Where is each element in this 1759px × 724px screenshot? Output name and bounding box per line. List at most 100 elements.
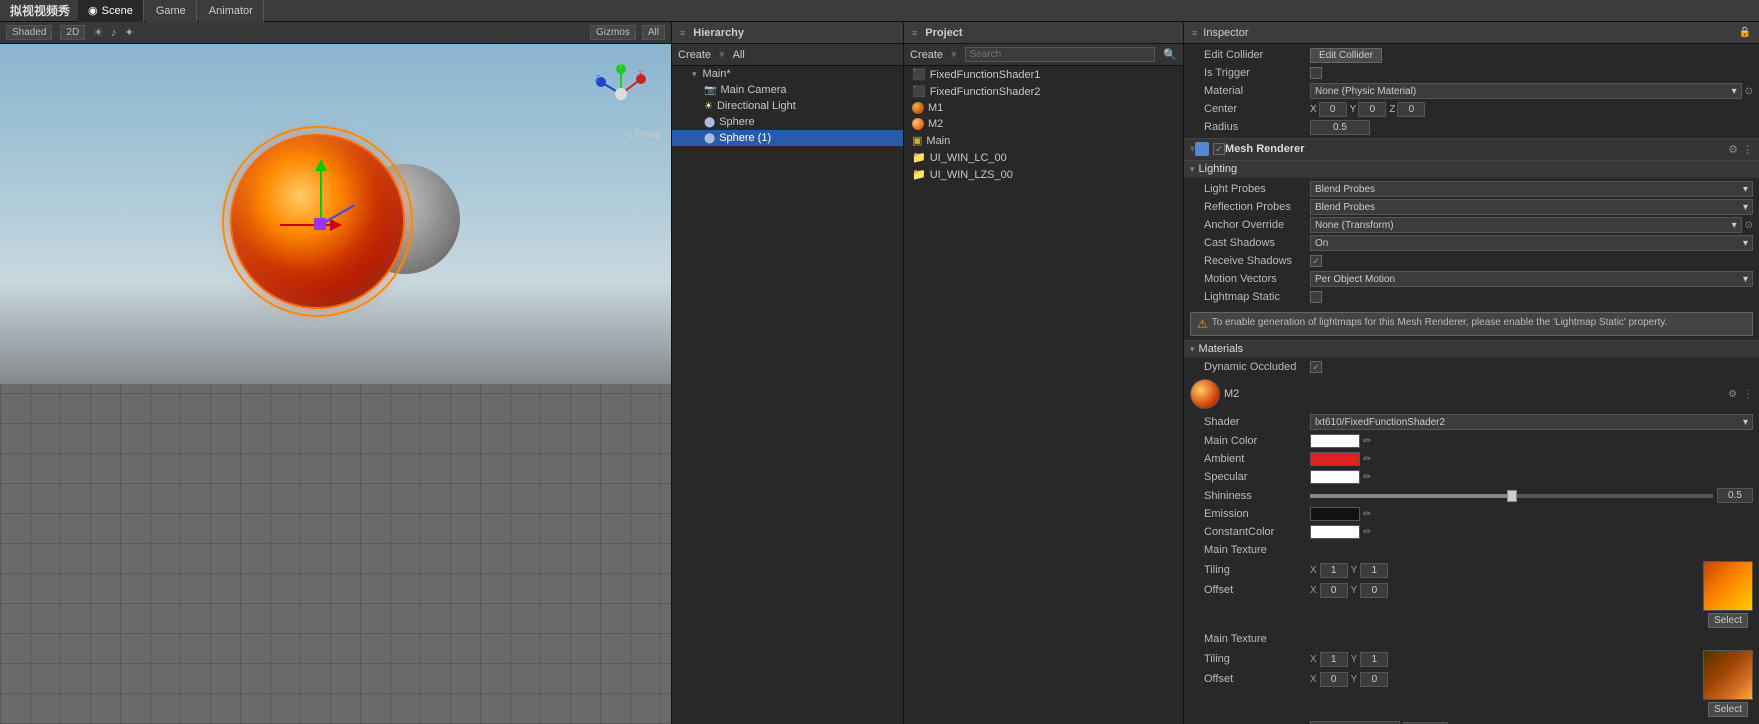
project-label-shader2: FixedFunctionShader2 (930, 86, 1041, 98)
motion-vectors-label: Motion Vectors (1190, 273, 1310, 285)
lighting-section-header[interactable]: ▾ Lighting (1184, 160, 1759, 178)
project-label-m1: M1 (928, 102, 943, 114)
hierarchy-item-sphere[interactable]: ⬤ Sphere (672, 114, 903, 130)
project-item-uiwin2[interactable]: 📁 UI_WIN_LZS_00 (904, 166, 1183, 183)
light-probes-label: Light Probes (1190, 183, 1310, 195)
top-bar: 拟视视频秀 ◉ Scene Game Animator (0, 0, 1759, 22)
is-trigger-label: Is Trigger (1190, 67, 1310, 79)
mesh-renderer-menu-icon[interactable]: ⋮ (1742, 143, 1753, 156)
material-dropdown[interactable]: None (Physic Material) ▾ (1310, 83, 1742, 99)
materials-section-header[interactable]: ▾ Materials (1184, 340, 1759, 358)
offset-row-2: Offset X Y (1190, 670, 1697, 688)
receive-shadows-label: Receive Shadows (1190, 255, 1310, 267)
all-dropdown[interactable]: All (642, 25, 665, 40)
inspector-scroll[interactable]: Edit Collider Edit Collider Is Trigger M… (1184, 44, 1759, 724)
shininess-slider-track[interactable] (1310, 494, 1713, 498)
hierarchy-item-main[interactable]: ▾ Main* (672, 66, 903, 82)
tiling-y2-input[interactable] (1360, 652, 1388, 667)
hierarchy-create-btn[interactable]: Create (678, 49, 711, 61)
tiling-y1-input[interactable] (1360, 563, 1388, 578)
light-probes-dropdown[interactable]: Blend Probes ▾ (1310, 181, 1753, 197)
scene-view[interactable]: X Y Z ◁ Persp (0, 44, 671, 724)
ambient-edit-icon[interactable]: ✏ (1363, 454, 1371, 465)
main-texture-header-row: Main Texture (1184, 541, 1759, 559)
specular-edit-icon[interactable]: ✏ (1363, 472, 1371, 483)
ambient-swatch[interactable] (1310, 452, 1360, 466)
tiling-label-2: Tiling (1190, 653, 1310, 665)
2d-button[interactable]: 2D (60, 25, 85, 40)
hierarchy-item-maincamera[interactable]: 📷 Main Camera (672, 82, 903, 98)
texture-thumbnail-2[interactable] (1703, 650, 1753, 700)
tiling-x2-input[interactable] (1320, 652, 1348, 667)
hierarchy-item-sphere1[interactable]: ⬤ Sphere (1) (672, 130, 903, 146)
project-list: ⬛ FixedFunctionShader1 ⬛ FixedFunctionSh… (904, 66, 1183, 183)
anchor-target-icon[interactable]: ⊙ (1745, 220, 1753, 231)
project-item-shader1[interactable]: ⬛ FixedFunctionShader1 (904, 66, 1183, 83)
tab-game[interactable]: Game (146, 0, 197, 22)
emission-swatch[interactable] (1310, 507, 1360, 521)
shaded-dropdown[interactable]: Shaded (6, 25, 52, 40)
tiling-x1-input[interactable] (1320, 563, 1348, 578)
hierarchy-all-btn[interactable]: All (733, 49, 745, 61)
dynamic-occluded-checkbox[interactable] (1310, 361, 1322, 373)
cast-shadows-dropdown[interactable]: On ▾ (1310, 235, 1753, 251)
is-trigger-checkbox[interactable] (1310, 67, 1322, 79)
project-search[interactable] (965, 47, 1156, 62)
texture-select-btn-1[interactable]: Select (1708, 613, 1748, 628)
constant-color-swatch[interactable] (1310, 525, 1360, 539)
material-menu-icon[interactable]: ⋮ (1743, 389, 1753, 400)
gizmos-dropdown[interactable]: Gizmos (590, 25, 636, 40)
main-color-edit-icon[interactable]: ✏ (1363, 436, 1371, 447)
fx-icon[interactable]: ✦ (125, 26, 134, 39)
center-y-input[interactable] (1358, 102, 1386, 117)
material-target-icon[interactable]: ⊙ (1745, 86, 1753, 97)
main-color-swatch[interactable] (1310, 434, 1360, 448)
center-z-coord: Z (1389, 102, 1425, 117)
tab-animator[interactable]: Animator (199, 0, 264, 22)
cast-shadows-row: Cast Shadows On ▾ (1190, 234, 1753, 252)
anchor-override-dropdown[interactable]: None (Transform) ▾ (1310, 217, 1742, 233)
mesh-renderer-settings-icon[interactable]: ⚙ (1728, 143, 1738, 156)
receive-shadows-checkbox[interactable] (1310, 255, 1322, 267)
reflection-probes-dropdown[interactable]: Blend Probes ▾ (1310, 199, 1753, 215)
project-item-m2[interactable]: M2 (904, 116, 1183, 132)
shininess-slider-container (1310, 488, 1753, 503)
radius-row: Radius (1190, 118, 1753, 136)
motion-vectors-dropdown[interactable]: Per Object Motion ▾ (1310, 271, 1753, 287)
project-search-icon: 🔍 (1163, 48, 1177, 61)
specular-swatch[interactable] (1310, 470, 1360, 484)
shininess-slider-thumb[interactable] (1507, 490, 1517, 502)
edit-collider-button[interactable]: Edit Collider (1310, 48, 1382, 63)
lightmap-static-checkbox[interactable] (1310, 291, 1322, 303)
offset-x2-input[interactable] (1320, 672, 1348, 687)
project-item-main[interactable]: ▣ Main (904, 132, 1183, 149)
light-icon[interactable]: ☀ (93, 26, 103, 39)
shader-dropdown[interactable]: lxt610/FixedFunctionShader2 ▾ (1310, 414, 1753, 430)
texture-select-btn-2[interactable]: Select (1708, 702, 1748, 717)
constant-color-edit-icon[interactable]: ✏ (1363, 527, 1371, 538)
main-color-row: Main Color ✏ (1184, 432, 1759, 450)
lock-icon[interactable]: 🔒 (1739, 27, 1751, 38)
shininess-value[interactable] (1717, 488, 1753, 503)
project-title: Project (925, 27, 962, 39)
radius-input[interactable] (1310, 120, 1370, 135)
center-x-input[interactable] (1319, 102, 1347, 117)
offset-label-2: Offset (1190, 673, 1310, 685)
material-settings-icon[interactable]: ⚙ (1728, 389, 1737, 400)
offset-y1-input[interactable] (1360, 583, 1388, 598)
offset-x1-input[interactable] (1320, 583, 1348, 598)
hierarchy-item-dirlight[interactable]: ☀ Directional Light (672, 98, 903, 114)
offset-y2-input[interactable] (1360, 672, 1388, 687)
project-item-shader2[interactable]: ⬛ FixedFunctionShader2 (904, 83, 1183, 100)
center-label: Center (1190, 103, 1310, 115)
project-create-btn[interactable]: Create (910, 49, 943, 61)
audio-icon[interactable]: ♪ (111, 27, 117, 39)
orientation-gizmo[interactable]: X Y Z (591, 64, 651, 124)
center-z-input[interactable] (1397, 102, 1425, 117)
mesh-renderer-enabled-checkbox[interactable] (1213, 143, 1225, 155)
tab-scene[interactable]: ◉ Scene (78, 0, 144, 22)
project-item-m1[interactable]: M1 (904, 100, 1183, 116)
texture-thumbnail-1[interactable] (1703, 561, 1753, 611)
emission-edit-icon[interactable]: ✏ (1363, 509, 1371, 520)
project-item-uiwin1[interactable]: 📁 UI_WIN_LC_00 (904, 149, 1183, 166)
